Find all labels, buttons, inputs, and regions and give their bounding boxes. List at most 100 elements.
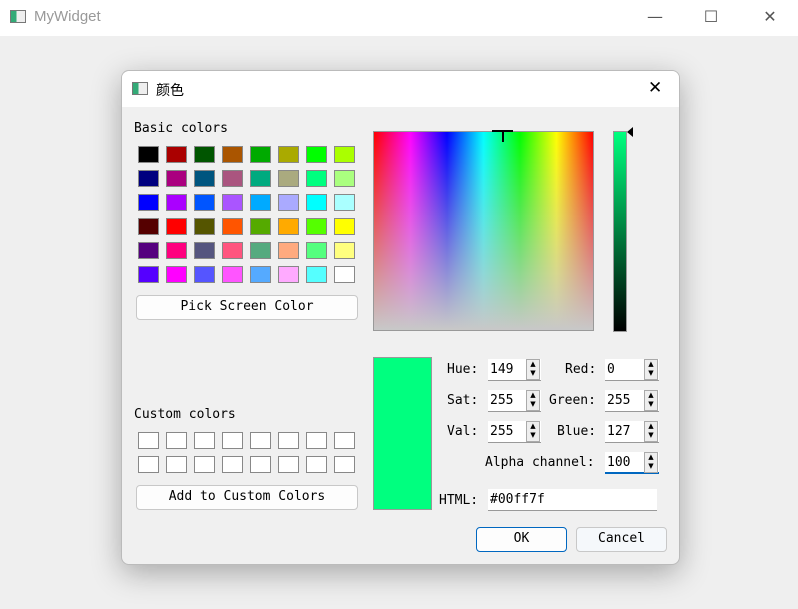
spin-arrows-icon[interactable]: ▲ ▼ xyxy=(526,359,540,380)
ok-button[interactable]: OK xyxy=(476,527,567,552)
red-label: Red: xyxy=(565,362,597,377)
spin-arrows-icon[interactable]: ▲ ▼ xyxy=(644,390,658,411)
basic-color-swatch[interactable] xyxy=(138,266,159,283)
alpha-spinbox[interactable]: 100 ▲ ▼ xyxy=(605,452,659,474)
custom-color-swatch[interactable] xyxy=(166,432,187,449)
basic-color-swatch[interactable] xyxy=(194,146,215,163)
custom-color-swatch[interactable] xyxy=(278,456,299,473)
basic-color-swatch[interactable] xyxy=(306,146,327,163)
custom-color-swatch[interactable] xyxy=(138,456,159,473)
green-value: 255 xyxy=(607,393,631,408)
basic-color-swatch[interactable] xyxy=(194,218,215,235)
app-icon xyxy=(10,10,26,23)
custom-color-swatch[interactable] xyxy=(222,432,243,449)
spin-arrows-icon[interactable]: ▲ ▼ xyxy=(526,390,540,411)
add-custom-colors-button[interactable]: Add to Custom Colors xyxy=(136,485,358,510)
basic-color-swatch[interactable] xyxy=(278,194,299,211)
basic-color-swatch[interactable] xyxy=(306,266,327,283)
basic-color-swatch[interactable] xyxy=(250,242,271,259)
basic-color-swatch[interactable] xyxy=(334,170,355,187)
basic-color-swatch[interactable] xyxy=(166,242,187,259)
basic-color-swatch[interactable] xyxy=(250,194,271,211)
app-title: MyWidget xyxy=(34,8,101,25)
green-spinbox[interactable]: 255 ▲ ▼ xyxy=(605,390,659,412)
basic-color-swatch[interactable] xyxy=(334,266,355,283)
blue-label: Blue: xyxy=(557,424,597,439)
hue-value: 149 xyxy=(490,362,514,377)
basic-color-swatch[interactable] xyxy=(138,218,159,235)
basic-color-swatch[interactable] xyxy=(334,218,355,235)
spin-arrows-icon[interactable]: ▲ ▼ xyxy=(644,421,658,442)
basic-color-swatch[interactable] xyxy=(194,194,215,211)
val-value: 255 xyxy=(490,424,514,439)
color-dialog: 颜色 ✕ Basic colors Pick Screen Color Cust… xyxy=(121,70,680,565)
custom-color-swatch[interactable] xyxy=(250,456,271,473)
basic-color-swatch[interactable] xyxy=(138,194,159,211)
basic-color-swatch[interactable] xyxy=(306,218,327,235)
basic-color-swatch[interactable] xyxy=(222,266,243,283)
basic-color-swatch[interactable] xyxy=(194,266,215,283)
close-button[interactable]: ✕ xyxy=(750,4,790,30)
basic-color-swatch[interactable] xyxy=(278,242,299,259)
basic-color-swatch[interactable] xyxy=(250,266,271,283)
basic-color-swatch[interactable] xyxy=(222,218,243,235)
custom-color-swatch[interactable] xyxy=(334,432,355,449)
basic-color-swatch[interactable] xyxy=(222,194,243,211)
color-spectrum[interactable] xyxy=(373,130,594,331)
custom-color-swatch[interactable] xyxy=(306,432,327,449)
hue-spinbox[interactable]: 149 ▲ ▼ xyxy=(488,359,541,381)
basic-color-swatch[interactable] xyxy=(334,146,355,163)
basic-color-swatch[interactable] xyxy=(194,242,215,259)
html-input[interactable]: #00ff7f xyxy=(488,489,657,511)
basic-color-swatch[interactable] xyxy=(166,218,187,235)
basic-color-swatch[interactable] xyxy=(222,146,243,163)
basic-color-swatch[interactable] xyxy=(250,146,271,163)
basic-color-swatch[interactable] xyxy=(250,170,271,187)
minimize-button[interactable]: — xyxy=(635,4,675,30)
red-spinbox[interactable]: 0 ▲ ▼ xyxy=(605,359,659,381)
custom-color-swatch[interactable] xyxy=(278,432,299,449)
basic-color-swatch[interactable] xyxy=(138,146,159,163)
custom-color-swatch[interactable] xyxy=(166,456,187,473)
spin-arrows-icon[interactable]: ▲ ▼ xyxy=(526,421,540,442)
basic-color-swatch[interactable] xyxy=(138,170,159,187)
spin-arrows-icon[interactable]: ▲ ▼ xyxy=(644,452,658,473)
custom-color-swatch[interactable] xyxy=(194,456,215,473)
pick-screen-color-button[interactable]: Pick Screen Color xyxy=(136,295,358,320)
basic-color-swatch[interactable] xyxy=(194,170,215,187)
basic-color-swatch[interactable] xyxy=(222,242,243,259)
basic-color-swatch[interactable] xyxy=(278,218,299,235)
basic-color-swatch[interactable] xyxy=(166,146,187,163)
custom-color-swatch[interactable] xyxy=(250,432,271,449)
custom-color-swatch[interactable] xyxy=(222,456,243,473)
basic-color-swatch[interactable] xyxy=(166,266,187,283)
custom-color-swatch[interactable] xyxy=(334,456,355,473)
basic-color-swatch[interactable] xyxy=(278,266,299,283)
basic-color-swatch[interactable] xyxy=(278,170,299,187)
basic-color-swatch[interactable] xyxy=(334,194,355,211)
cancel-button[interactable]: Cancel xyxy=(576,527,667,552)
basic-color-swatch[interactable] xyxy=(334,242,355,259)
dialog-close-button[interactable]: ✕ xyxy=(648,78,662,98)
basic-color-swatch[interactable] xyxy=(306,242,327,259)
custom-color-swatch[interactable] xyxy=(138,432,159,449)
blue-spinbox[interactable]: 127 ▲ ▼ xyxy=(605,421,659,443)
value-slider[interactable] xyxy=(613,131,627,332)
basic-color-swatch[interactable] xyxy=(306,170,327,187)
custom-colors-label: Custom colors xyxy=(134,407,236,422)
basic-color-swatch[interactable] xyxy=(222,170,243,187)
val-spinbox[interactable]: 255 ▲ ▼ xyxy=(488,421,541,443)
basic-color-swatch[interactable] xyxy=(166,170,187,187)
basic-color-swatch[interactable] xyxy=(166,194,187,211)
maximize-button[interactable]: ☐ xyxy=(691,4,731,30)
custom-color-swatch[interactable] xyxy=(306,456,327,473)
slider-arrow-icon[interactable] xyxy=(627,127,633,137)
basic-colors-label: Basic colors xyxy=(134,121,228,136)
basic-color-swatch[interactable] xyxy=(306,194,327,211)
sat-spinbox[interactable]: 255 ▲ ▼ xyxy=(488,390,541,412)
basic-color-swatch[interactable] xyxy=(138,242,159,259)
basic-color-swatch[interactable] xyxy=(250,218,271,235)
basic-color-swatch[interactable] xyxy=(278,146,299,163)
custom-color-swatch[interactable] xyxy=(194,432,215,449)
spin-arrows-icon[interactable]: ▲ ▼ xyxy=(644,359,658,380)
